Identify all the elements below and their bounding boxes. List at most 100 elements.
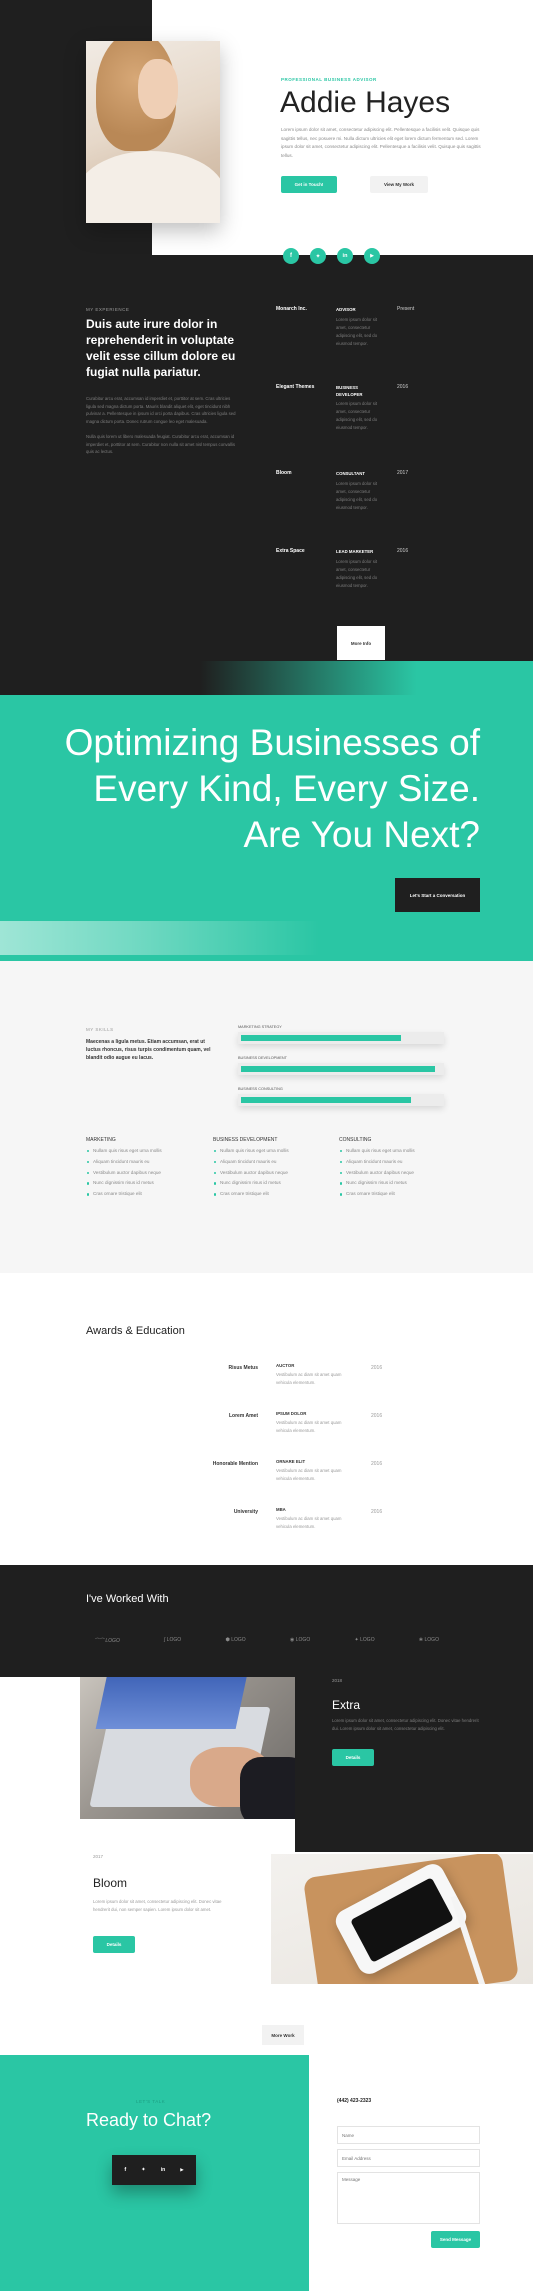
job-role: CONSULTANT (336, 471, 365, 476)
twitter-icon[interactable]: ✦ (141, 2167, 146, 2173)
contact-eyebrow: LET'S TALK (136, 2099, 166, 2104)
awards-heading: Awards & Education (86, 1325, 185, 1337)
project-extra-panel (295, 1677, 533, 1852)
hero-portrait (86, 41, 220, 223)
sleeve-shape (240, 1757, 295, 1819)
project-desc: Lorem ipsum dolor sit amet, consectetur … (332, 1718, 479, 1731)
award-role: IPSUM DOLOR (276, 1411, 307, 1416)
project-year: 2018 (332, 1678, 343, 1683)
job-company: Monarch Inc. (276, 306, 307, 312)
list-item: Nunc dignissim risus id metus (339, 1178, 459, 1189)
award-year: 2016 (371, 1461, 383, 1467)
facebook-icon[interactable]: f (283, 248, 299, 264)
message-field[interactable] (337, 2172, 480, 2224)
skills-column-title: BUSINESS DEVELOPMENT (213, 1137, 278, 1143)
award-name: Honorable Mention (212, 1461, 258, 1467)
list-item: Nullam quis risus eget urna mollis (339, 1146, 459, 1157)
job-row: Monarch Inc. ADVISOR Lorem ipsum dolor s… (276, 306, 466, 376)
social-icons: f ✦ in ▶ (283, 248, 383, 264)
award-role: AUCTOR (276, 1363, 295, 1368)
job-company: Extra Space (276, 548, 305, 554)
job-role: ADVISOR (336, 307, 356, 312)
experience-paragraph-2: Nulla quis lorem ut libero malesuada feu… (86, 434, 236, 454)
skills-column: CONSULTING Nullam quis risus eget urna m… (339, 1137, 459, 1200)
skill-bar-track (238, 1063, 444, 1075)
linkedin-icon[interactable]: in (161, 2167, 165, 2173)
award-row: University MBA Vestibulum ac diam sit am… (150, 1507, 400, 1547)
experience-accent-stripe (200, 661, 533, 695)
award-year: 2016 (371, 1365, 383, 1371)
job-role: LEAD MARKETER (336, 549, 374, 554)
award-row: Risus Metus AUCTOR Vestibulum ac diam si… (150, 1363, 400, 1403)
client-logo: ◉ LOGO (290, 1637, 311, 1643)
skills-section (0, 961, 533, 1273)
list-item: Aliquam tincidunt mauris eu (86, 1157, 206, 1168)
project-year: 2017 (93, 1854, 104, 1859)
view-my-work-button[interactable]: View My Work (370, 176, 428, 193)
list-item: Nunc dignissim risus id metus (213, 1178, 333, 1189)
youtube-icon[interactable]: ▶ (364, 248, 380, 264)
email-field[interactable] (337, 2149, 480, 2167)
list-item: Vestibulum auctor dapibus neque (86, 1168, 206, 1179)
laptop-screen (95, 1677, 249, 1729)
job-year: 2016 (397, 384, 409, 390)
more-info-button[interactable]: More Info (337, 626, 385, 660)
send-message-button[interactable]: Send Message (431, 2231, 480, 2248)
list-item: Vestibulum auctor dapibus neque (339, 1168, 459, 1179)
cta-fade-stripe (0, 921, 320, 955)
award-name: Lorem Amet (229, 1413, 258, 1419)
skill-bar-track (238, 1032, 444, 1044)
skills-eyebrow: MY SKILLS (86, 1027, 114, 1032)
skills-list: Nullam quis risus eget urna mollis Aliqu… (86, 1146, 206, 1200)
client-logo: ✦ LOGO (354, 1637, 375, 1643)
hero-eyebrow: PROFESSIONAL BUSINESS ADVISOR (281, 77, 377, 82)
name-field[interactable] (337, 2126, 480, 2144)
client-logo: ❀ LOGO (418, 1637, 439, 1643)
start-conversation-button[interactable]: Let's Start a Conversation (395, 878, 480, 912)
list-item: Vestibulum auctor dapibus neque (213, 1168, 333, 1179)
project-desc: Lorem ipsum dolor sit amet, consectetur … (93, 1899, 222, 1912)
skill-bar-group: MARKETING STRATEGY BUSINESS DEVELOPMENT … (238, 1025, 444, 1115)
award-year: 2016 (371, 1413, 383, 1419)
client-logo: ⬢ LOGO (225, 1637, 246, 1643)
skill-bar-fill (241, 1035, 401, 1041)
clients-section (0, 1565, 533, 1677)
job-year: 2016 (397, 548, 409, 554)
project-title: Bloom (93, 1876, 128, 1890)
facebook-icon[interactable]: f (124, 2167, 126, 2173)
award-role: MBA (276, 1507, 286, 1512)
list-item: Aliquam tincidunt mauris eu (213, 1157, 333, 1168)
job-year: 2017 (397, 470, 409, 476)
hero-name: Addie Hayes (280, 86, 451, 119)
skills-column: MARKETING Nullam quis risus eget urna mo… (86, 1137, 206, 1200)
experience-heading: Duis aute irure dolor in reprehenderit i… (86, 317, 236, 379)
list-item: Cras ornare tristique elit (339, 1189, 459, 1200)
job-row: Bloom CONSULTANT Lorem ipsum dolor sit a… (276, 470, 466, 540)
cta-heading: Optimizing Businesses of Every Kind, Eve… (64, 722, 480, 855)
list-item: Cras ornare tristique elit (213, 1189, 333, 1200)
get-in-touch-button[interactable]: Get in Touch! (281, 176, 337, 193)
job-desc: Lorem ipsum dolor sit amet, consectetur … (336, 401, 378, 430)
clients-heading: I've Worked With (86, 1593, 169, 1605)
list-item: Nunc dignissim risus id metus (86, 1178, 206, 1189)
skills-column-title: MARKETING (86, 1137, 116, 1143)
award-year: 2016 (371, 1509, 383, 1515)
award-row: Honorable Mention ORNARE ELIT Vestibulum… (150, 1459, 400, 1499)
project-details-button[interactable]: Details (332, 1749, 374, 1766)
job-desc: Lorem ipsum dolor sit amet, consectetur … (336, 317, 378, 346)
award-desc: Vestibulum ac diam sit amet quam vehicul… (276, 1372, 342, 1385)
skill-bar-label: BUSINESS CONSULTING (238, 1087, 283, 1091)
contact-phone: (442) 423-2323 (337, 2098, 372, 2104)
job-year: Present (397, 306, 415, 312)
skills-list: Nullam quis risus eget urna mollis Aliqu… (339, 1146, 459, 1200)
twitter-icon[interactable]: ✦ (310, 248, 326, 264)
client-logo: ⌒⌒ LOGO (94, 1637, 120, 1644)
skill-bar-track (238, 1094, 444, 1106)
project-details-button[interactable]: Details (93, 1936, 135, 1953)
linkedin-icon[interactable]: in (337, 248, 353, 264)
more-work-button[interactable]: More Work (262, 2025, 304, 2045)
youtube-icon[interactable]: ▶ (180, 2167, 183, 2173)
skills-column: BUSINESS DEVELOPMENT Nullam quis risus e… (213, 1137, 333, 1200)
job-role: BUSINESS DEVELOPER (336, 385, 363, 397)
project-bloom-image (271, 1854, 533, 1984)
